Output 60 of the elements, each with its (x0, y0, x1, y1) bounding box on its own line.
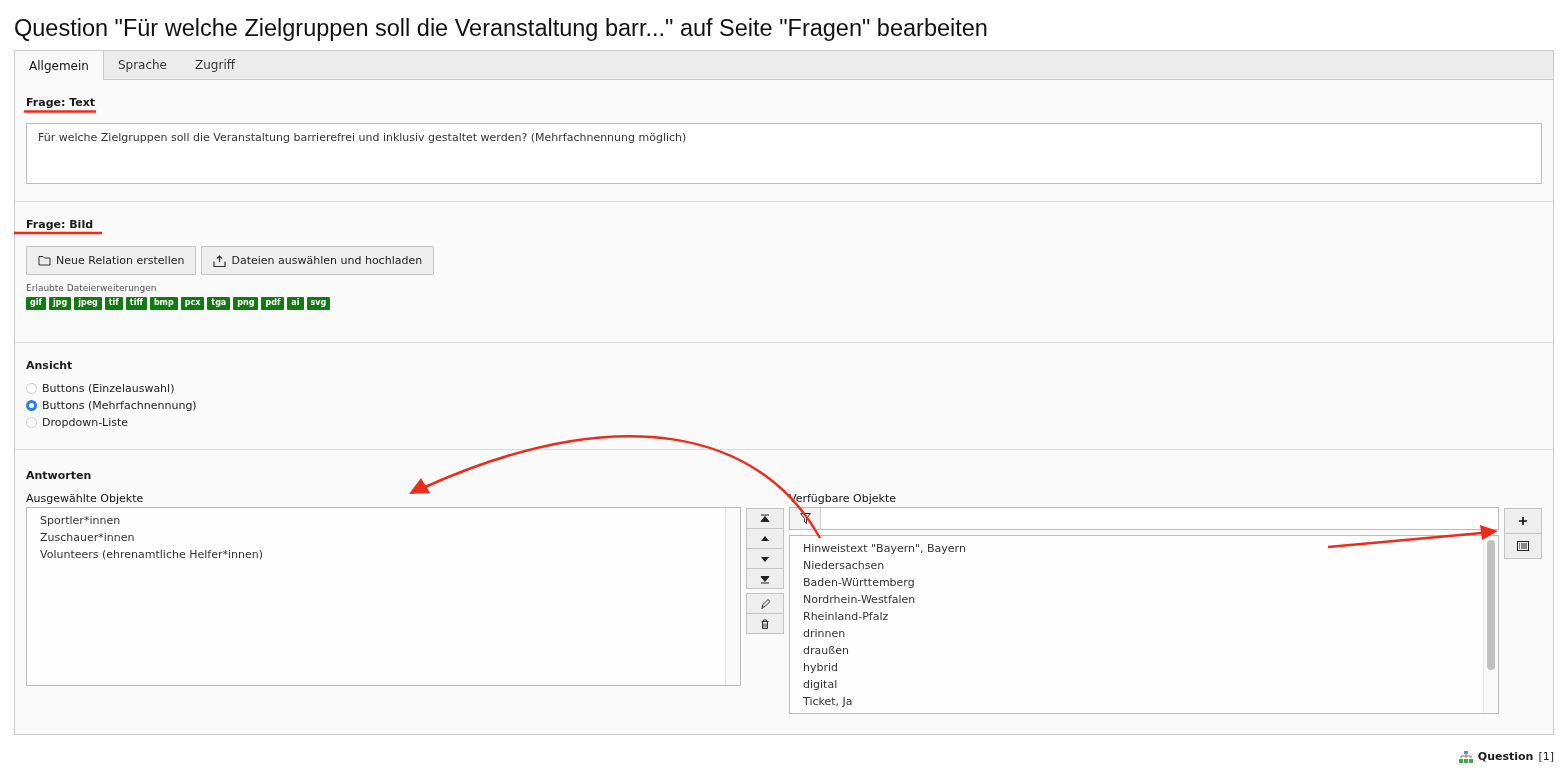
tab[interactable]: Allgemein (14, 51, 104, 80)
extension-tag: tga (207, 297, 231, 310)
available-objects-list[interactable]: Hinweistext "Bayern", Bayern Niedersachsen Baden-Württemberg Nordrhein-Westfalen Rheinland-Pfalz drinnen draußen hybrid digital Ticket, Ja (789, 535, 1499, 714)
question-text-field[interactable]: Für welche Zielgruppen soll die Veranstaltung barrierefrei und inklusiv gestaltet werden? (Mehrfachnennung möglich) (26, 123, 1542, 184)
filter-field[interactable] (789, 507, 1499, 530)
list-item[interactable]: Zuschauer*innen (40, 531, 135, 545)
allowed-extensions-label: Erlaubte Dateierweiterungen (26, 283, 157, 293)
pencil-icon (760, 598, 770, 609)
list-item[interactable]: Volunteers (ehrenamtliche Helfer*innen) (40, 548, 263, 562)
folder-icon (38, 255, 51, 266)
upload-icon (213, 254, 227, 267)
move-bottom-button[interactable] (746, 568, 784, 589)
tab[interactable]: Zugriff (181, 51, 249, 79)
extension-tag: jpeg (74, 297, 102, 310)
extension-tag: jpg (48, 297, 72, 310)
list-item[interactable]: Baden-Württemberg (803, 576, 915, 590)
view-option[interactable]: Buttons (Einzelauswahl) (26, 382, 175, 395)
list-item[interactable]: draußen (803, 644, 849, 658)
list-item[interactable]: Rheinland-Pfalz (803, 610, 889, 624)
list-item[interactable]: Niedersachsen (803, 559, 885, 573)
extension-tag: pcx (180, 297, 205, 310)
section-label: Antworten (26, 469, 92, 482)
annotation-underline (24, 110, 96, 113)
move-bottom-icon (760, 573, 770, 584)
list-item[interactable]: Hinweistext "Bayern", Bayern (803, 542, 966, 556)
list-item[interactable]: Sportler*innen (40, 514, 121, 528)
filter-icon (799, 513, 811, 524)
extension-tag: tiff (125, 297, 147, 310)
list-icon (1517, 541, 1529, 551)
list-button[interactable] (1504, 533, 1542, 559)
extension-tag: pdf (261, 297, 285, 310)
radio-button[interactable] (26, 383, 37, 394)
tab[interactable]: Sprache (103, 51, 181, 79)
record-count: [1] (1538, 750, 1554, 763)
radio-button[interactable] (26, 417, 37, 428)
extension-tag: png (233, 297, 259, 310)
page-title: Question "Für welche Zielgruppen soll die Veranstaltung barr..." auf Seite "Fragen" bearbeiten (14, 14, 988, 43)
extension-tag: gif (26, 297, 46, 310)
list-item[interactable]: hybrid (803, 661, 839, 675)
selected-objects-label: Ausgewählte Objekte (26, 492, 144, 505)
section-label: Frage: Text (26, 96, 96, 109)
view-option[interactable]: Dropdown-Liste (26, 416, 129, 429)
record-type-label: Question (1477, 750, 1534, 763)
section-label: Ansicht (26, 359, 73, 372)
list-item[interactable]: drinnen (803, 627, 846, 641)
list-item[interactable]: Nordrhein-Westfalen (803, 593, 916, 607)
selected-objects-list[interactable]: Sportler*innen Zuschauer*innen Volunteers (ehrenamtliche Helfer*innen) (26, 507, 741, 686)
new-relation-button[interactable]: Neue Relation erstellen (26, 246, 197, 275)
upload-button[interactable]: Dateien auswählen und hochladen (201, 246, 435, 275)
view-option[interactable]: Buttons (Mehrfachnennung) (26, 399, 197, 412)
extension-tag: ai (287, 297, 304, 310)
extension-tag: tif (104, 297, 123, 310)
delete-button[interactable] (746, 613, 784, 634)
trash-icon (760, 618, 770, 629)
list-item[interactable]: Ticket, Ja (803, 695, 853, 709)
section-label: Frage: Bild (26, 218, 94, 231)
list-item[interactable]: digital (803, 678, 838, 692)
extension-tag: svg (306, 297, 331, 310)
extension-tag: bmp (149, 297, 178, 310)
radio-button[interactable] (26, 400, 37, 411)
